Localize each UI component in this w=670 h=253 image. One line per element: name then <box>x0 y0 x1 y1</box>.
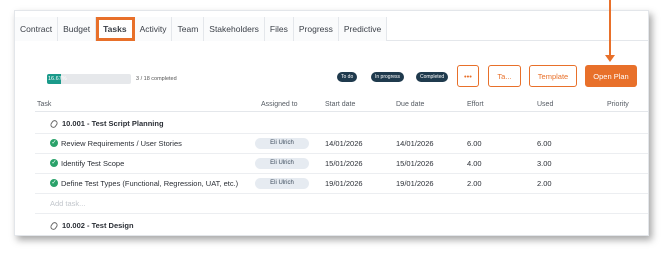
effort-value: 4.00 <box>467 159 482 168</box>
due-date: 15/01/2026 <box>396 159 434 168</box>
tab-progress[interactable]: Progress <box>293 17 339 41</box>
task-name: Define Test Types (Functional, Regressio… <box>61 179 239 188</box>
col-task[interactable]: Task <box>37 101 51 108</box>
filter-todo[interactable]: To do <box>337 72 358 82</box>
more-button[interactable]: ••• <box>457 65 479 87</box>
due-date: 19/01/2026 <box>396 179 434 188</box>
used-value: 3.00 <box>537 159 552 168</box>
annotation-arrow-line <box>609 0 611 58</box>
col-start[interactable]: Start date <box>325 101 355 108</box>
progress-bar: 16.67% <box>47 74 131 84</box>
filter-in-progress[interactable]: In progress <box>371 72 405 82</box>
task-table: Task Assigned to Start date Due date Eff… <box>35 99 648 235</box>
table-row[interactable]: ✓ Review Requirements / User Stories Eli… <box>35 134 648 154</box>
task-group[interactable]: 10.001 - Test Script Planning <box>35 112 648 134</box>
annotation-arrow-head <box>605 55 615 62</box>
table-header: Task Assigned to Start date Due date Eff… <box>35 99 648 112</box>
task-name: Review Requirements / User Stories <box>61 139 182 148</box>
template-button[interactable]: Template <box>529 65 577 87</box>
col-assigned[interactable]: Assigned to <box>261 101 298 108</box>
tab-predictive[interactable]: Predictive <box>338 17 388 41</box>
used-value: 2.00 <box>537 179 552 188</box>
tab-bar: Contract Budget Tasks Activity Team Stak… <box>15 17 648 41</box>
col-used[interactable]: Used <box>537 101 553 108</box>
assignee-badge[interactable]: Eli Ulrich <box>255 158 309 169</box>
table-row[interactable]: ✓ Identify Test Scope Eli Ulrich 15/01/2… <box>35 154 648 174</box>
check-circle-icon[interactable]: ✓ <box>50 159 58 167</box>
check-circle-icon[interactable]: ✓ <box>50 139 58 147</box>
col-effort[interactable]: Effort <box>467 101 484 108</box>
used-value: 6.00 <box>537 139 552 148</box>
due-date: 14/01/2026 <box>396 139 434 148</box>
assignee-badge[interactable]: Eli Ulrich <box>255 138 309 149</box>
effort-value: 2.00 <box>467 179 482 188</box>
tab-activity[interactable]: Activity <box>134 17 173 41</box>
col-due[interactable]: Due date <box>396 101 424 108</box>
paperclip-icon <box>49 220 59 231</box>
start-date: 19/01/2026 <box>325 179 363 188</box>
assignee-badge[interactable]: Eli Ulrich <box>255 178 309 189</box>
progress-count: 3 / 18 completed <box>136 76 177 82</box>
task-group[interactable]: 10.002 - Test Design <box>35 214 648 235</box>
task-name: Identify Test Scope <box>61 159 125 168</box>
add-task-row[interactable]: Add task... <box>35 194 648 214</box>
group-title: 10.002 - Test Design <box>62 221 134 230</box>
tab-team[interactable]: Team <box>172 17 205 41</box>
add-task-input[interactable]: Add task... <box>50 199 85 208</box>
start-date: 14/01/2026 <box>325 139 363 148</box>
open-plan-button[interactable]: Open Plan <box>585 65 637 87</box>
group-title: 10.001 - Test Script Planning <box>62 119 164 128</box>
completion-progress: 16.67% 3 / 18 completed <box>47 74 177 84</box>
tab-stakeholders[interactable]: Stakeholders <box>204 17 265 41</box>
project-panel: Contract Budget Tasks Activity Team Stak… <box>14 10 649 236</box>
check-circle-icon[interactable]: ✓ <box>50 179 58 187</box>
tab-files[interactable]: Files <box>264 17 294 41</box>
tab-contract[interactable]: Contract <box>15 17 59 41</box>
effort-value: 6.00 <box>467 139 482 148</box>
tab-tasks[interactable]: Tasks <box>96 17 135 41</box>
paperclip-icon <box>49 118 59 129</box>
tab-budget[interactable]: Budget <box>58 17 97 41</box>
progress-percent: 16.67% <box>48 76 67 82</box>
col-priority[interactable]: Priority <box>607 101 629 108</box>
task-action-button[interactable]: Ta... <box>488 65 521 87</box>
filter-completed[interactable]: Completed <box>416 72 449 82</box>
table-row[interactable]: ✓ Define Test Types (Functional, Regress… <box>35 174 648 194</box>
start-date: 15/01/2026 <box>325 159 363 168</box>
